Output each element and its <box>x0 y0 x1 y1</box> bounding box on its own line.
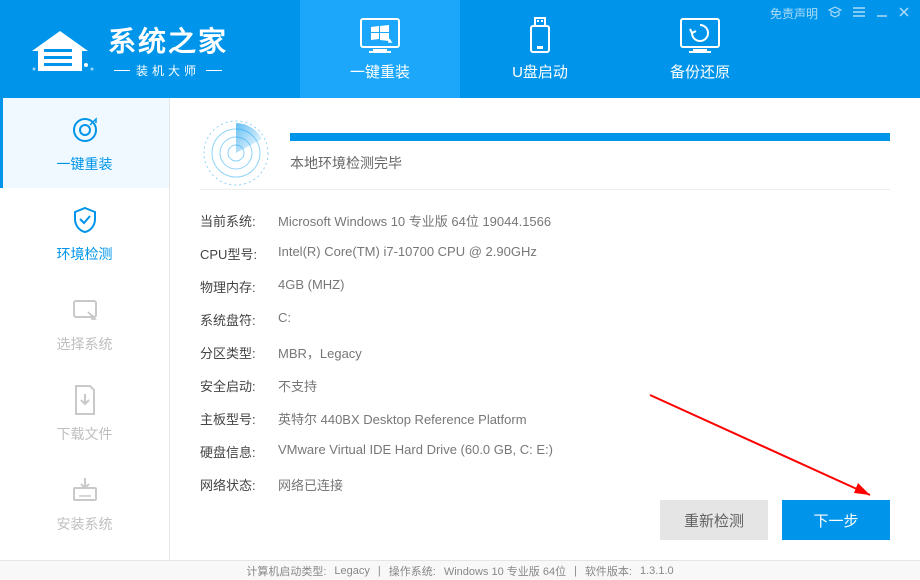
spec-row: 物理内存:4GB (MHZ) <box>200 270 890 303</box>
status-os-value: Windows 10 专业版 64位 <box>444 563 566 579</box>
tab-usb-boot[interactable]: U盘启动 <box>460 0 620 98</box>
graduation-icon[interactable] <box>828 6 842 21</box>
top-tabs: 一键重装 U盘启动 备份还原 <box>300 0 780 98</box>
logo-area: 系统之家 装机大师 <box>0 0 300 98</box>
shield-check-icon <box>70 202 100 238</box>
backup-icon <box>679 17 721 55</box>
tab-label: 一键重装 <box>350 61 410 82</box>
status-ver-label: 软件版本: <box>585 563 632 579</box>
spec-value: VMware Virtual IDE Hard Drive (60.0 GB, … <box>278 442 890 461</box>
sidebar-item-reinstall[interactable]: 一键重装 <box>0 98 169 188</box>
next-button[interactable]: 下一步 <box>782 500 890 540</box>
spec-label: 分区类型: <box>200 343 278 362</box>
status-os-label: 操作系统: <box>389 563 436 579</box>
close-icon[interactable] <box>898 6 910 21</box>
spec-label: 网络状态: <box>200 475 278 494</box>
spec-label: 硬盘信息: <box>200 442 278 461</box>
spec-row: CPU型号:Intel(R) Core(TM) i7-10700 CPU @ 2… <box>200 237 890 270</box>
status-ver-value: 1.3.1.0 <box>640 565 674 577</box>
spec-row: 主板型号:英特尔 440BX Desktop Reference Platfor… <box>200 402 890 435</box>
sidebar-item-label: 安装系统 <box>57 514 113 534</box>
brand-subtitle: 装机大师 <box>108 62 228 79</box>
detect-header: 本地环境检测完毕 <box>200 116 890 190</box>
disclaimer-link[interactable]: 免责声明 <box>770 5 818 22</box>
spec-label: 系统盘符: <box>200 310 278 329</box>
recheck-button[interactable]: 重新检测 <box>660 500 768 540</box>
spec-label: 主板型号: <box>200 409 278 428</box>
usb-icon <box>525 17 555 55</box>
body: 一键重装 环境检测 选择系统 下载文件 安装系统 <box>0 98 920 560</box>
action-bar: 重新检测 下一步 <box>660 500 890 540</box>
menu-icon[interactable] <box>852 6 866 21</box>
sidebar-item-install[interactable]: 安装系统 <box>0 458 169 548</box>
tab-label: 备份还原 <box>670 61 730 82</box>
spec-list: 当前系统:Microsoft Windows 10 专业版 64位 19044.… <box>200 204 890 501</box>
brand-title: 系统之家 <box>108 20 228 60</box>
progress-bar <box>290 133 890 141</box>
spec-row: 当前系统:Microsoft Windows 10 专业版 64位 19044.… <box>200 204 890 237</box>
spec-value: 网络已连接 <box>278 475 890 494</box>
status-boot-value: Legacy <box>334 565 369 577</box>
spec-row: 硬盘信息:VMware Virtual IDE Hard Drive (60.0… <box>200 435 890 468</box>
tab-label: U盘启动 <box>512 61 568 82</box>
spec-value: Microsoft Windows 10 专业版 64位 19044.1566 <box>278 211 890 230</box>
status-boot-label: 计算机启动类型: <box>246 563 326 579</box>
windows-install-icon <box>359 17 401 55</box>
sidebar-item-label: 一键重装 <box>57 154 113 174</box>
spec-label: 物理内存: <box>200 277 278 296</box>
spec-value: MBR，Legacy <box>278 343 890 362</box>
spec-row: 系统盘符:C: <box>200 303 890 336</box>
logo-icon <box>22 21 98 77</box>
sidebar-item-select-system[interactable]: 选择系统 <box>0 278 169 368</box>
spec-value: Intel(R) Core(TM) i7-10700 CPU @ 2.90GHz <box>278 244 890 263</box>
spec-row: 网络状态:网络已连接 <box>200 468 890 501</box>
sidebar-item-label: 选择系统 <box>57 334 113 354</box>
install-icon <box>70 472 100 508</box>
sidebar: 一键重装 环境检测 选择系统 下载文件 安装系统 <box>0 98 170 560</box>
detect-right: 本地环境检测完毕 <box>290 133 890 173</box>
select-system-icon <box>70 292 100 328</box>
spec-label: 当前系统: <box>200 211 278 230</box>
spec-label: CPU型号: <box>200 244 278 263</box>
sidebar-item-download[interactable]: 下载文件 <box>0 368 169 458</box>
spec-label: 安全启动: <box>200 376 278 395</box>
minimize-icon[interactable] <box>876 6 888 21</box>
sidebar-item-label: 环境检测 <box>57 244 113 264</box>
spec-value: 不支持 <box>278 376 890 395</box>
logo-text: 系统之家 装机大师 <box>108 20 228 79</box>
spec-row: 分区类型:MBR，Legacy <box>200 336 890 369</box>
detect-status: 本地环境检测完毕 <box>290 153 890 173</box>
main-panel: 本地环境检测完毕 当前系统:Microsoft Windows 10 专业版 6… <box>170 98 920 560</box>
radar-icon <box>200 117 272 189</box>
spec-value: 英特尔 440BX Desktop Reference Platform <box>278 409 890 428</box>
statusbar: 计算机启动类型: Legacy | 操作系统: Windows 10 专业版 6… <box>0 560 920 580</box>
download-file-icon <box>72 382 98 418</box>
sidebar-item-label: 下载文件 <box>57 424 113 444</box>
header-controls: 免责声明 <box>770 5 910 22</box>
target-icon <box>70 112 100 148</box>
header: 系统之家 装机大师 一键重装 U盘启动 备份还原 免责声明 <box>0 0 920 98</box>
spec-row: 安全启动:不支持 <box>200 369 890 402</box>
tab-backup-restore[interactable]: 备份还原 <box>620 0 780 98</box>
sidebar-item-env-check[interactable]: 环境检测 <box>0 188 169 278</box>
spec-value: C: <box>278 310 890 329</box>
spec-value: 4GB (MHZ) <box>278 277 890 296</box>
tab-reinstall[interactable]: 一键重装 <box>300 0 460 98</box>
